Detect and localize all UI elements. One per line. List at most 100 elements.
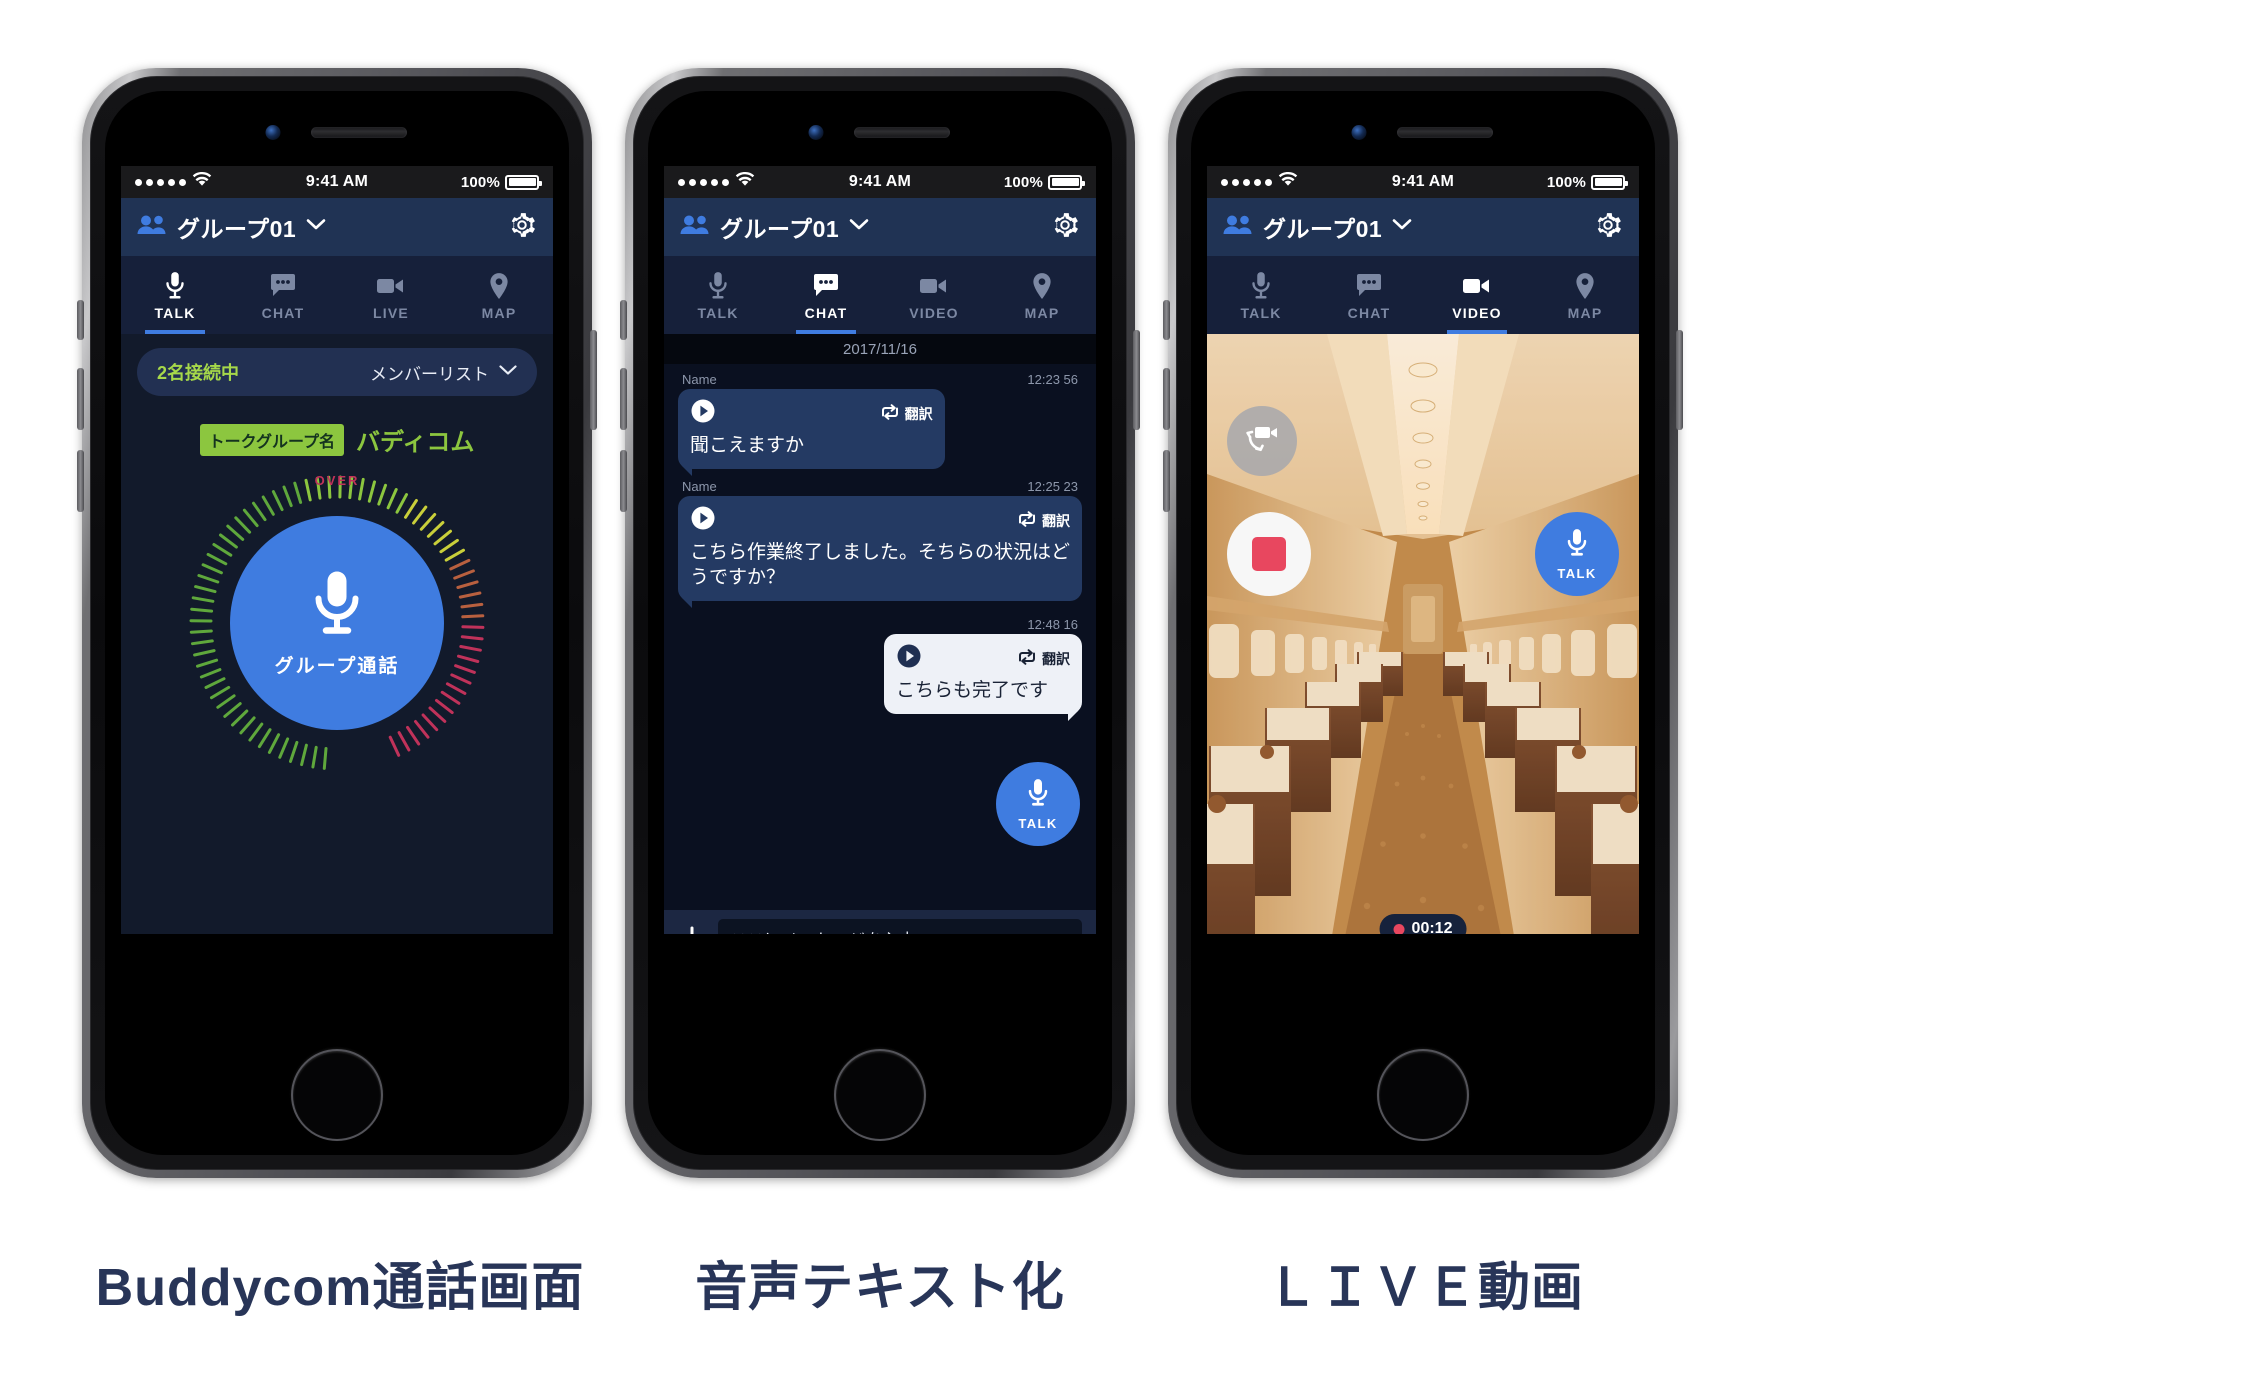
power-button[interactable] [590, 330, 597, 430]
tab-label: TALK [154, 304, 196, 321]
home-button[interactable] [834, 1049, 926, 1141]
home-button[interactable] [291, 1049, 383, 1141]
message-meta: Name 12:25 23 [678, 477, 1082, 496]
mute-switch[interactable] [77, 300, 84, 340]
message-bubble[interactable]: 翻訳 聞こえますか [678, 389, 945, 477]
volume-down-button[interactable] [77, 450, 84, 512]
message-meta: Name 12:23 56 [678, 370, 1082, 389]
caption-chat: 音声テキスト化 [695, 1259, 1065, 1317]
tab-label: CHAT [1347, 304, 1391, 321]
tab-video[interactable]: VIDEO [880, 256, 988, 334]
status-bar-time: 9:41 AM [848, 173, 912, 190]
tab-label: CHAT [804, 304, 848, 321]
group-name-value: バディコム [356, 429, 475, 456]
power-button[interactable] [1133, 330, 1140, 430]
talk-fab-button[interactable]: TALK [996, 762, 1080, 846]
battery-icon [1591, 174, 1629, 190]
tab-talk[interactable]: TALK [121, 256, 229, 334]
chevron-down-icon[interactable] [849, 218, 869, 236]
tab-live[interactable]: LIVE [337, 256, 445, 334]
status-bar: 9:41 AM 100% [664, 166, 1096, 198]
message-bubble[interactable]: 翻訳 こちら作業終了しました。そちらの状況はどうですか？ [678, 496, 1082, 609]
tab-video[interactable]: VIDEO [1423, 256, 1531, 334]
power-button[interactable] [1676, 330, 1683, 430]
status-bar-right: 100% [911, 174, 1086, 191]
signal-dots-icon [135, 178, 186, 186]
volume-down-button[interactable] [1163, 450, 1170, 512]
stop-square-icon [1252, 537, 1286, 571]
chevron-down-icon[interactable] [499, 363, 517, 381]
tab-map[interactable]: MAP [445, 256, 553, 334]
tab-map[interactable]: MAP [988, 256, 1096, 334]
member-bar[interactable]: 2名接続中 メンバーリスト [137, 348, 537, 396]
play-icon[interactable] [690, 398, 716, 429]
talk-button[interactable]: TALK [1535, 512, 1619, 596]
record-timer-value: 00:12 [1411, 920, 1453, 934]
mute-switch[interactable] [1163, 300, 1170, 340]
gear-icon[interactable] [1050, 210, 1080, 245]
volume-up-button[interactable] [1163, 368, 1170, 430]
gear-icon[interactable] [1593, 210, 1623, 245]
message-list[interactable]: Name 12:23 56 翻訳 聞こえますか Name 12:25 23 翻訳… [664, 364, 1096, 910]
volume-down-button[interactable] [620, 450, 627, 512]
tab-map[interactable]: MAP [1531, 256, 1639, 334]
wifi-icon [1278, 171, 1298, 192]
translate-button[interactable]: 翻訳 [879, 403, 933, 424]
tab-label: TALK [697, 304, 739, 321]
front-camera-icon [1351, 125, 1367, 140]
screen-video: 9:41 AM 100% グループ01 TALK CHAT VIDEO MAP … [1207, 166, 1639, 934]
group-name-row: トークグループ名 バディコム [121, 422, 553, 457]
play-icon[interactable] [690, 505, 716, 536]
tab-chat[interactable]: CHAT [1315, 256, 1423, 334]
chat-bubble-icon [812, 270, 840, 302]
signal-dots-icon [1221, 178, 1272, 186]
tab-chat[interactable]: CHAT [772, 256, 880, 334]
play-icon[interactable] [896, 643, 922, 674]
tab-talk[interactable]: TALK [664, 256, 772, 334]
screen-talk: 9:41 AM 100% グループ01 TALK CHAT LIVE MAP 2… [121, 166, 553, 934]
tab-bar: TALK CHAT VIDEO MAP [664, 256, 1096, 334]
earpiece-speaker [854, 127, 950, 138]
status-bar-time: 9:41 AM [305, 173, 369, 190]
volume-up-button[interactable] [620, 368, 627, 430]
translate-button[interactable]: 翻訳 [1016, 510, 1070, 531]
chevron-down-icon[interactable] [1392, 218, 1412, 236]
app-bar: グループ01 [664, 198, 1096, 256]
message-row: 翻訳 こちらも完了です [678, 634, 1082, 722]
tab-label: MAP [481, 304, 517, 321]
chat-bubble-icon [269, 270, 297, 302]
chevron-down-icon[interactable] [306, 218, 326, 236]
translate-label: 翻訳 [1042, 650, 1070, 667]
microphone-icon [307, 568, 367, 645]
phone-video: 9:41 AM 100% グループ01 TALK CHAT VIDEO MAP … [1163, 68, 1683, 1178]
group-call-button[interactable]: グループ通話 [230, 516, 444, 730]
status-bar-right: 100% [368, 174, 543, 191]
chat-message: Name 12:23 56 翻訳 聞こえますか [678, 370, 1082, 477]
plus-icon[interactable] [678, 924, 706, 934]
tab-chat[interactable]: CHAT [229, 256, 337, 334]
home-button[interactable] [1377, 1049, 1469, 1141]
chat-message: Name 12:25 23 翻訳 こちら作業終了しました。そちらの状況はどうです… [678, 477, 1082, 609]
member-list-label: メンバーリスト [370, 364, 489, 384]
video-camera-icon [1462, 270, 1492, 302]
message-input[interactable]: ここにメッセージを入力 [718, 919, 1082, 934]
app-bar: グループ01 [121, 198, 553, 256]
mute-switch[interactable] [620, 300, 627, 340]
message-bubble[interactable]: 翻訳 こちらも完了です [884, 634, 1082, 722]
volume-up-button[interactable] [77, 368, 84, 430]
gear-icon[interactable] [507, 210, 537, 245]
tab-label: LIVE [373, 304, 409, 321]
chat-bubble-icon [1355, 270, 1383, 302]
tab-talk[interactable]: TALK [1207, 256, 1315, 334]
people-icon [137, 214, 167, 241]
tab-label: VIDEO [1452, 304, 1502, 321]
stop-record-button[interactable] [1227, 512, 1311, 596]
message-time: 12:25 23 [1027, 479, 1078, 495]
translate-label: 翻訳 [1042, 512, 1070, 529]
status-bar-right: 100% [1454, 174, 1629, 191]
phone-chat: 9:41 AM 100% グループ01 TALK CHAT VIDEO MAP … [620, 68, 1140, 1178]
flip-camera-button[interactable] [1227, 406, 1297, 476]
talk-button-label: TALK [1557, 565, 1597, 581]
message-text: こちらも完了です [896, 680, 1049, 702]
translate-button[interactable]: 翻訳 [1016, 648, 1070, 669]
